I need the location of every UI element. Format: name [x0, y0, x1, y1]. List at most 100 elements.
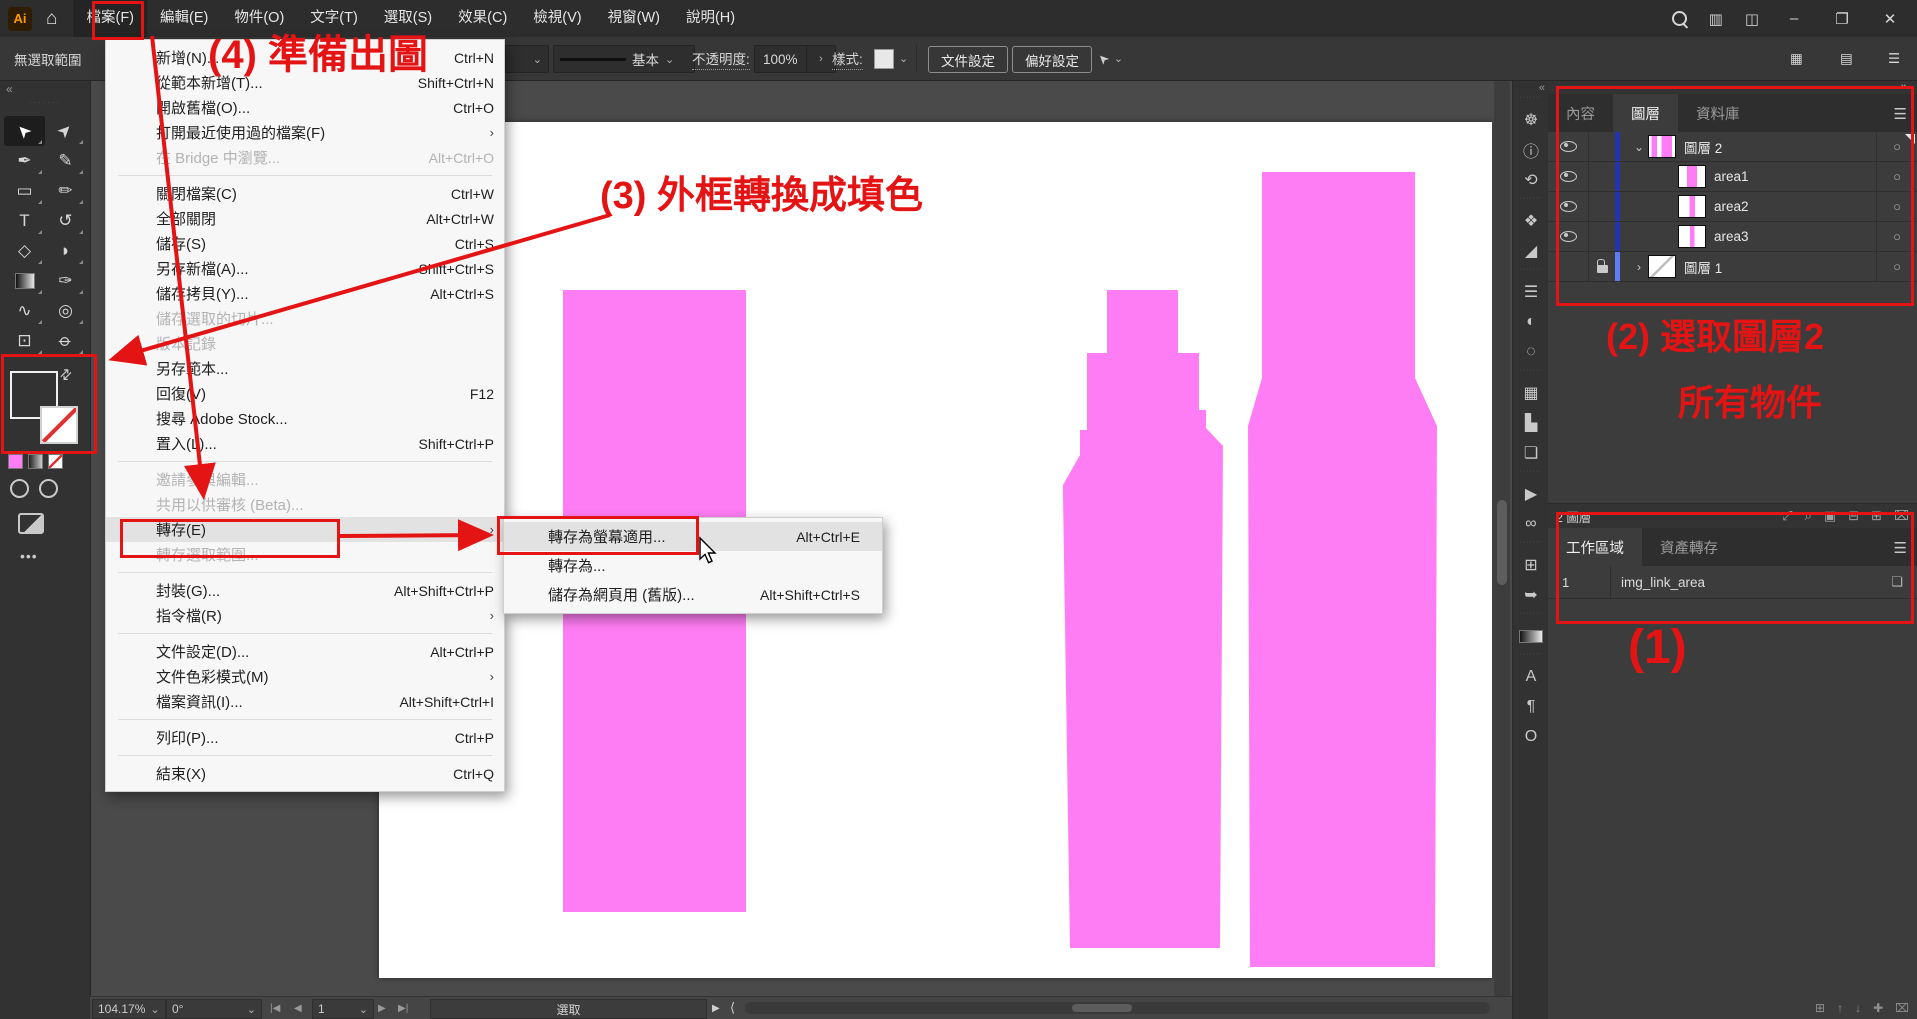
move-down-icon[interactable]: ↓ — [1855, 1001, 1861, 1015]
menubar-item-1[interactable]: 檔案(F) — [73, 0, 147, 37]
file-menu-item[interactable]: 從範本新增(T)...Shift+Ctrl+N — [106, 70, 504, 95]
layer-name[interactable]: 圖層 2 — [1684, 137, 1722, 157]
file-menu-item[interactable]: 另存新檔(A)...Shift+Ctrl+S — [106, 256, 504, 281]
file-menu-item[interactable]: 開啟舊檔(O)...Ctrl+O — [106, 95, 504, 120]
layer-target-icon[interactable]: ○ — [1876, 252, 1917, 281]
chevron-right-icon[interactable]: › — [1630, 260, 1648, 274]
align-icon[interactable]: ▙ — [1513, 408, 1549, 438]
artboard-nav-first[interactable]: |◀ — [270, 999, 280, 1017]
artboard-tool[interactable]: ⊡ — [4, 326, 45, 356]
status-play-icon[interactable]: ▶ — [712, 999, 720, 1017]
layer-name[interactable]: 圖層 1 — [1684, 257, 1722, 277]
arrange-documents-icon[interactable]: ▥ — [1709, 10, 1723, 28]
vertical-scrollbar-thumb[interactable] — [1497, 500, 1507, 585]
file-menu-item[interactable]: 儲存選取的切片... — [106, 306, 504, 331]
export-submenu-item[interactable]: 儲存為網頁用 (舊版)...Alt+Shift+Ctrl+S — [504, 580, 882, 609]
panel-menu-icon[interactable]: ☰ — [1894, 105, 1907, 123]
workspace-switcher-icon[interactable]: ◫ — [1745, 10, 1759, 28]
direct-selection-tool[interactable]: ➤ — [45, 116, 86, 146]
menubar-item-3[interactable]: 物件(O) — [221, 0, 297, 37]
zoom-tool[interactable]: ⌀ — [45, 326, 86, 356]
file-menu-item[interactable]: 儲存(S)Ctrl+S — [106, 231, 504, 256]
collect-for-export-icon[interactable]: ⤢ — [1782, 508, 1792, 524]
paragraph-icon[interactable]: ¶ — [1513, 692, 1549, 722]
file-menu-item[interactable]: 轉存選取範圍... — [106, 542, 504, 567]
gradient-icon[interactable] — [1513, 621, 1549, 651]
strip-collapse-icon[interactable]: « — [1513, 80, 1549, 94]
stroke-color-swatch[interactable] — [40, 406, 78, 444]
edit-toolbar-icon[interactable]: ••• — [20, 548, 38, 564]
file-menu-item[interactable]: 搜尋 Adobe Stock... — [106, 406, 504, 431]
delete-layer-icon[interactable]: ⌧ — [1894, 508, 1909, 524]
file-menu-item[interactable]: 檔案資訊(I)...Alt+Shift+Ctrl+I — [106, 689, 504, 714]
delete-artboard-icon[interactable]: ⌧ — [1895, 1001, 1909, 1015]
layers-panel-tab[interactable]: 內容 — [1548, 94, 1613, 132]
layer-name[interactable]: area1 — [1714, 169, 1749, 184]
export-submenu-item[interactable]: 轉存為螢幕適用...Alt+Ctrl+E — [504, 522, 882, 551]
pathfinder-icon[interactable]: ❏ — [1513, 438, 1549, 468]
menubar-item-5[interactable]: 選取(S) — [371, 0, 445, 37]
layer-name[interactable]: area2 — [1714, 199, 1749, 214]
lock-toggle[interactable] — [1589, 192, 1615, 221]
new-sublayer-icon[interactable]: ⊟ — [1848, 508, 1859, 524]
layer-row[interactable]: area2○ — [1548, 192, 1917, 222]
none-button[interactable] — [48, 454, 63, 469]
gradient-button[interactable] — [28, 454, 43, 469]
file-menu-item[interactable]: 文件色彩模式(M)› — [106, 664, 504, 689]
file-menu-item[interactable]: 列印(P)...Ctrl+P — [106, 725, 504, 750]
locate-object-icon[interactable]: ⌕ — [1805, 508, 1812, 524]
artboard-nav-prev[interactable]: ◀ — [294, 999, 302, 1017]
layer-row-body[interactable]: › 圖層 1 — [1620, 252, 1876, 281]
move-up-icon[interactable]: ↑ — [1837, 1001, 1843, 1015]
layer-target-icon[interactable]: ○ — [1876, 162, 1917, 191]
info-icon[interactable]: ⓘ — [1513, 135, 1549, 165]
shape-builder-tool[interactable]: ◎ — [45, 296, 86, 326]
shaper-tool[interactable]: ∿ — [4, 296, 45, 326]
layers-panel-tab[interactable]: 資料庫 — [1678, 94, 1758, 132]
strip-drag-handle[interactable]: ······· — [1513, 266, 1549, 277]
minimize-button[interactable]: – — [1781, 10, 1807, 27]
file-menu-item[interactable]: 另存範本... — [106, 356, 504, 381]
file-menu-item[interactable]: 打開最近使用過的檔案(F)› — [106, 120, 504, 145]
make-mask-icon[interactable]: ▣ — [1824, 508, 1836, 524]
zoom-level-select[interactable]: 104.17% ⌄ — [92, 999, 166, 1019]
file-menu-item[interactable]: 版本記錄 — [106, 331, 504, 356]
file-menu-item[interactable]: 儲存拷貝(Y)...Alt+Ctrl+S — [106, 281, 504, 306]
file-menu-item[interactable]: 文件設定(D)...Alt+Ctrl+P — [106, 639, 504, 664]
rotate-tool[interactable]: ↺ — [45, 206, 86, 236]
color-guide-icon[interactable]: ◢ — [1513, 236, 1549, 266]
panels-expand-icon[interactable]: » — [1548, 80, 1917, 94]
preferences-button[interactable]: 偏好設定 — [1012, 46, 1092, 73]
layers-panel-tab[interactable]: 圖層 — [1613, 94, 1678, 132]
artboard-nav-next[interactable]: ▶ — [378, 999, 386, 1017]
menubar-item-8[interactable]: 視窗(W) — [595, 0, 673, 37]
layer-row[interactable]: area1 ○ — [1548, 162, 1917, 192]
visibility-toggle[interactable] — [1548, 222, 1589, 251]
lock-toggle[interactable] — [1589, 222, 1615, 251]
selection-tool[interactable]: ➤ — [4, 116, 45, 146]
file-menu-item[interactable]: 結束(X)Ctrl+Q — [106, 761, 504, 786]
visibility-toggle[interactable] — [1548, 162, 1589, 191]
vertical-scrollbar[interactable] — [1494, 80, 1510, 996]
layer-target-icon[interactable]: ○ — [1876, 222, 1917, 251]
file-menu-item[interactable]: 回復(V)F12 — [106, 381, 504, 406]
style-label[interactable]: 樣式: — [832, 37, 863, 80]
layer-thumbnail[interactable] — [1678, 195, 1706, 218]
layer-row[interactable]: ⌄圖層 2○ — [1548, 132, 1917, 162]
rectangle-tool[interactable]: ▭ — [4, 176, 45, 206]
file-menu-item[interactable]: 在 Bridge 中瀏覽...Alt+Ctrl+O — [106, 145, 504, 170]
panel-menu-icon[interactable]: ☰ — [1894, 539, 1907, 557]
layer-row[interactable]: area3○ — [1548, 222, 1917, 252]
panel-grid-icon[interactable]: ▦ — [1790, 37, 1803, 80]
layer-thumbnail[interactable] — [1648, 255, 1676, 278]
layer-row-body[interactable]: area3 — [1620, 222, 1876, 251]
menubar-item-2[interactable]: 編輯(E) — [147, 0, 221, 37]
file-menu-item[interactable]: 指令檔(R)› — [106, 603, 504, 628]
rotation-select[interactable]: 0° ⌄ — [166, 999, 262, 1019]
file-menu-item[interactable]: 封裝(G)...Alt+Shift+Ctrl+P — [106, 578, 504, 603]
status-angle-icon[interactable]: ⟨ — [730, 999, 735, 1017]
pen-tool[interactable]: ✒ — [4, 146, 45, 176]
home-icon[interactable]: ⌂ — [46, 8, 57, 30]
opentype-icon[interactable]: O — [1513, 722, 1549, 752]
selection-properties-icon[interactable]: ◌ — [1513, 337, 1549, 367]
